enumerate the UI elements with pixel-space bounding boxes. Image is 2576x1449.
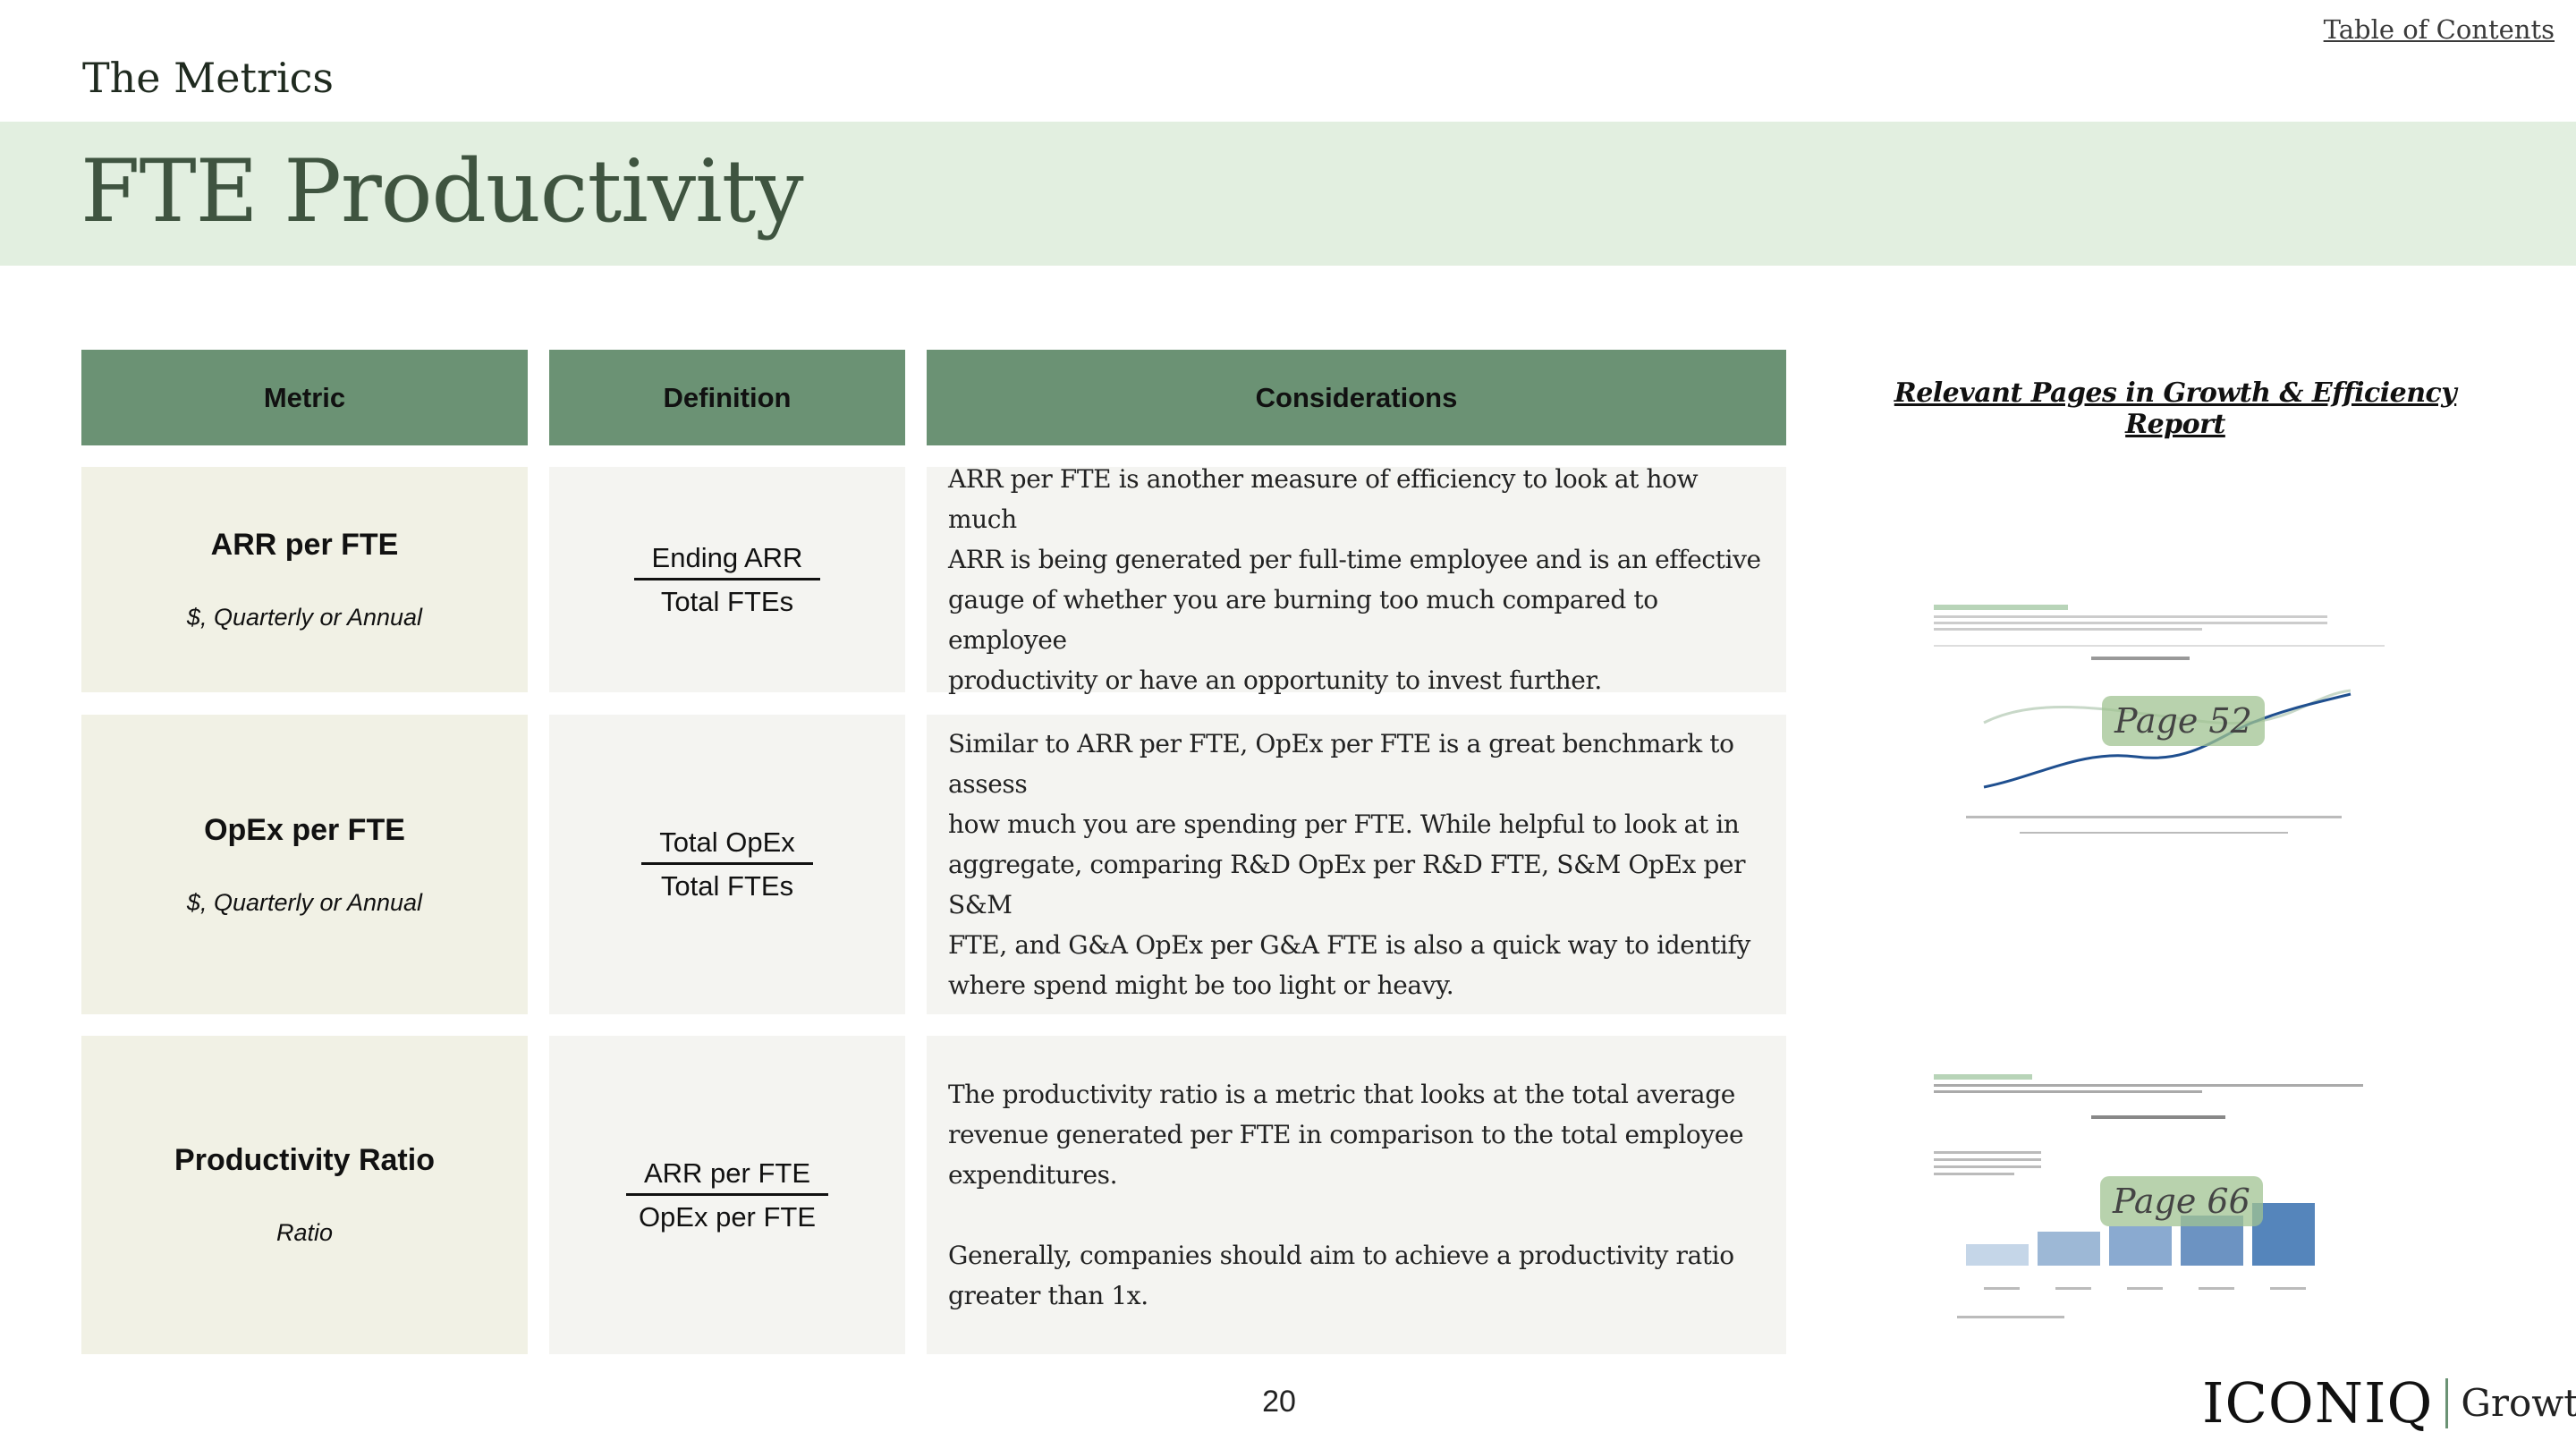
section-label: The Metrics: [82, 54, 335, 102]
considerations-cell: Similar to ARR per FTE, OpEx per FTE is …: [927, 715, 1786, 1014]
metric-name: ARR per FTE: [210, 528, 399, 562]
metric-subtitle: $, Quarterly or Annual: [186, 604, 423, 631]
definition-formula: Total OpEx Total FTEs: [549, 715, 905, 1014]
metric-cell: OpEx per FTE $, Quarterly or Annual: [81, 715, 528, 1014]
iconiq-growth-logo: ICONIQ Growth: [2202, 1370, 2576, 1436]
logo-subtitle: Growth: [2461, 1381, 2576, 1425]
metric-name: Productivity Ratio: [174, 1143, 435, 1177]
metric-subtitle: Ratio: [275, 1219, 334, 1246]
formula-denominator: Total FTEs: [660, 585, 794, 617]
metric-name: OpEx per FTE: [204, 812, 405, 847]
formula-denominator: OpEx per FTE: [638, 1200, 817, 1233]
metric-cell: Productivity Ratio Ratio: [81, 1036, 528, 1354]
definition-formula: Ending ARR Total FTEs: [549, 467, 905, 692]
logo-divider: [2445, 1377, 2449, 1428]
definition-formula: ARR per FTE OpEx per FTE: [549, 1036, 905, 1354]
logo-wordmark: ICONIQ: [2202, 1370, 2434, 1436]
formula-denominator: Total FTEs: [660, 870, 794, 902]
considerations-cell: ARR per FTE is another measure of effici…: [927, 464, 1786, 695]
title-band: FTE Productivity: [0, 122, 2576, 266]
metric-subtitle: $, Quarterly or Annual: [186, 888, 423, 916]
considerations-text: ARR per FTE is another measure of effici…: [948, 464, 1761, 695]
report-thumbnail-page-66[interactable]: Page 66: [1930, 1069, 2388, 1337]
page-badge: Page 66: [2100, 1176, 2263, 1226]
header-considerations: Considerations: [927, 350, 1786, 445]
metric-cell: ARR per FTE $, Quarterly or Annual: [81, 467, 528, 692]
formula-numerator: Total OpEx: [641, 826, 813, 865]
header-definition: Definition: [549, 350, 905, 445]
considerations-cell: The productivity ratio is a metric that …: [927, 1036, 1786, 1354]
considerations-text: Similar to ARR per FTE, OpEx per FTE is …: [948, 729, 1750, 1000]
relevant-pages-heading: Relevant Pages in Growth & Efficiency Re…: [1894, 377, 2457, 440]
formula-numerator: Ending ARR: [633, 542, 821, 580]
considerations-text: The productivity ratio is a metric that …: [948, 1080, 1744, 1310]
page-number: 20: [1262, 1385, 1296, 1419]
table-of-contents-link[interactable]: Table of Contents: [2324, 14, 2555, 45]
page-badge: Page 52: [2102, 696, 2265, 746]
header-metric: Metric: [81, 350, 528, 445]
page-title: FTE Productivity: [80, 141, 804, 242]
report-thumbnail-page-52[interactable]: Page 52: [1930, 597, 2388, 848]
formula-numerator: ARR per FTE: [625, 1157, 829, 1196]
